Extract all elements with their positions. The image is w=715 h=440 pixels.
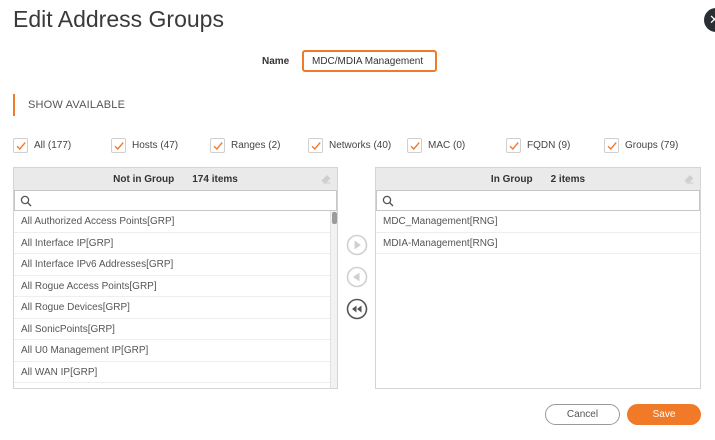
- name-label: Name: [262, 56, 290, 67]
- checkbox-fqdn[interactable]: [506, 137, 521, 153]
- checkmark-icon: [410, 141, 420, 150]
- filter-label: MAC (0): [428, 139, 466, 151]
- not-in-group-list: All Authorized Access Points[GRP] All In…: [14, 211, 337, 388]
- checkbox-ranges[interactable]: [210, 137, 225, 153]
- clear-eraser-icon[interactable]: [683, 173, 695, 188]
- list-item[interactable]: All Interface IPv6 Addresses[GRP]: [14, 254, 337, 276]
- search-icon: [382, 195, 394, 207]
- scrollbar[interactable]: [330, 211, 337, 388]
- panel-title: Not in Group: [113, 173, 175, 185]
- cancel-button[interactable]: Cancel: [545, 404, 620, 425]
- list-item[interactable]: All SonicPoints[GRP]: [14, 319, 337, 340]
- checkbox-groups[interactable]: [604, 137, 619, 153]
- filter-networks[interactable]: Networks (40): [308, 137, 391, 153]
- item-count: 2 items: [550, 173, 586, 185]
- checkmark-icon: [114, 141, 124, 150]
- filter-label: FQDN (9): [527, 139, 571, 151]
- filter-label: Hosts (47): [132, 139, 179, 151]
- item-count: 174 items: [192, 173, 238, 185]
- list-item[interactable]: All Authorized Access Points[GRP]: [14, 211, 337, 233]
- list-item[interactable]: All WAN IP[GRP]: [14, 362, 337, 383]
- checkmark-icon: [311, 141, 321, 150]
- arrow-left-icon: [346, 266, 368, 288]
- scroll-thumb[interactable]: [332, 212, 337, 224]
- list-item[interactable]: All Rogue Access Points[GRP]: [14, 276, 337, 297]
- search-icon: [20, 195, 32, 207]
- list-item[interactable]: All Rogue Devices[GRP]: [14, 297, 337, 319]
- not-in-group-panel: Not in Group 174 items All Authorized Ac…: [13, 167, 338, 389]
- filter-label: Networks (40): [329, 139, 392, 151]
- filter-ranges[interactable]: Ranges (2): [210, 137, 280, 153]
- checkmark-icon: [213, 141, 223, 150]
- filter-fqdn[interactable]: FQDN (9): [506, 137, 570, 153]
- checkbox-networks[interactable]: [308, 137, 323, 153]
- name-input[interactable]: [302, 50, 437, 72]
- checkbox-hosts[interactable]: [111, 137, 126, 153]
- double-arrow-left-icon: [346, 298, 368, 320]
- search-input[interactable]: [14, 190, 337, 211]
- panel-header: In Group 2 items: [376, 168, 700, 190]
- list-item[interactable]: MDC_Management[RNG]: [376, 211, 700, 233]
- close-button[interactable]: ✕: [704, 8, 715, 32]
- checkmark-icon: [16, 141, 26, 150]
- remove-from-group-button[interactable]: [346, 266, 368, 288]
- clear-eraser-icon[interactable]: [320, 173, 332, 188]
- in-group-panel: In Group 2 items MDC_Management[RNG] MDI…: [375, 167, 701, 389]
- search-input[interactable]: [376, 190, 700, 211]
- show-available-toggle[interactable]: SHOW AVAILABLE: [13, 94, 125, 116]
- filter-mac[interactable]: MAC (0): [407, 137, 465, 153]
- in-group-list: MDC_Management[RNG] MDIA-Management[RNG]: [376, 211, 700, 388]
- checkmark-icon: [509, 141, 519, 150]
- filter-label: All (177): [34, 139, 72, 151]
- checkmark-icon: [607, 141, 617, 150]
- remove-all-button[interactable]: [346, 298, 368, 320]
- panel-header: Not in Group 174 items: [14, 168, 337, 190]
- list-item[interactable]: MDIA-Management[RNG]: [376, 233, 700, 254]
- filter-all[interactable]: All (177): [13, 137, 71, 153]
- close-icon: ✕: [709, 12, 715, 27]
- dialog-title: Edit Address Groups: [13, 6, 224, 32]
- filter-label: Groups (79): [625, 139, 679, 151]
- panel-title: In Group: [490, 173, 533, 185]
- save-button[interactable]: Save: [627, 404, 701, 425]
- checkbox-all[interactable]: [13, 137, 28, 153]
- filter-groups[interactable]: Groups (79): [604, 137, 678, 153]
- filter-hosts[interactable]: Hosts (47): [111, 137, 178, 153]
- list-item[interactable]: All Interface IP[GRP]: [14, 233, 337, 254]
- checkbox-mac[interactable]: [407, 137, 422, 153]
- list-item[interactable]: All U0 Management IP[GRP]: [14, 340, 337, 362]
- arrow-right-icon: [346, 234, 368, 256]
- add-to-group-button[interactable]: [346, 234, 368, 256]
- filter-label: Ranges (2): [231, 139, 281, 151]
